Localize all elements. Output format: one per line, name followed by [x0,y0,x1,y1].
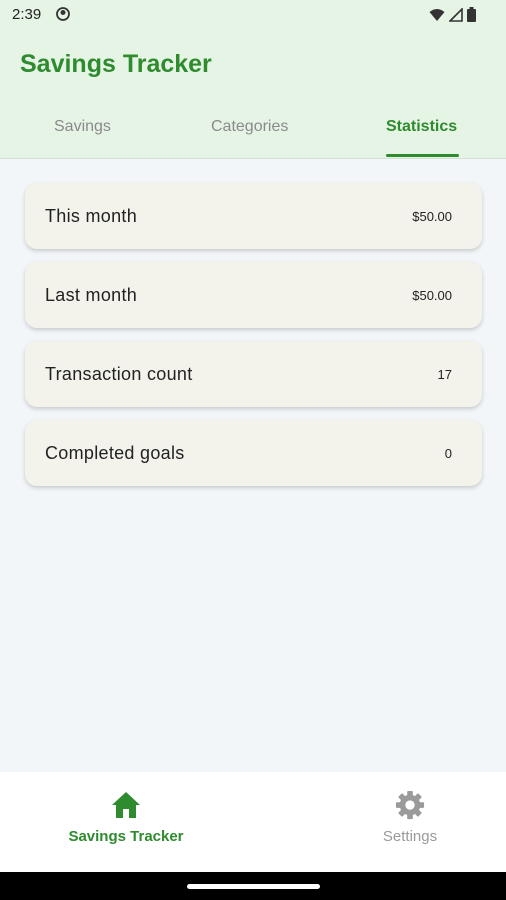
stat-value: 17 [437,367,452,382]
status-icons [429,7,476,22]
stat-label: Transaction count [45,364,193,384]
stat-value: 0 [444,446,452,461]
status-time: 2:39 [12,6,42,23]
tab-categories[interactable]: Categories [211,118,288,136]
app-bar: Savings Tracker Savings Categories Stati… [0,32,506,159]
stat-label: Last month [45,285,138,305]
stat-card-this-month: This month $50.00 [25,183,482,249]
nav-item-settings[interactable]: Settings [370,790,450,845]
bottom-navigation: Savings Tracker Settings [0,772,506,872]
battery-icon [467,7,476,22]
stat-value: $50.00 [412,209,452,224]
tab-statistics[interactable]: Statistics [386,118,457,136]
wifi-icon [429,8,445,21]
tab-savings[interactable]: Savings [54,118,111,136]
home-icon [112,792,140,818]
stat-label: This month [45,206,138,226]
nav-label-savings-tracker: Savings Tracker [68,828,184,845]
active-tab-indicator [386,154,459,157]
stat-card-transaction-count: Transaction count 17 [25,341,482,407]
app-title: Savings Tracker [20,50,212,78]
stat-card-completed-goals: Completed goals 0 [25,420,482,486]
gear-icon [395,790,425,820]
home-gesture-pill[interactable] [187,884,320,889]
nav-item-savings-tracker[interactable]: Savings Tracker [66,790,186,845]
app-notification-icon [56,7,70,21]
signal-icon [449,7,463,22]
stat-card-last-month: Last month $50.00 [25,262,482,328]
stat-label: Completed goals [45,443,185,463]
stat-value: $50.00 [412,288,452,303]
nav-label-settings: Settings [382,828,438,845]
status-bar: 2:39 [0,0,506,32]
system-navigation-bar [0,872,506,900]
